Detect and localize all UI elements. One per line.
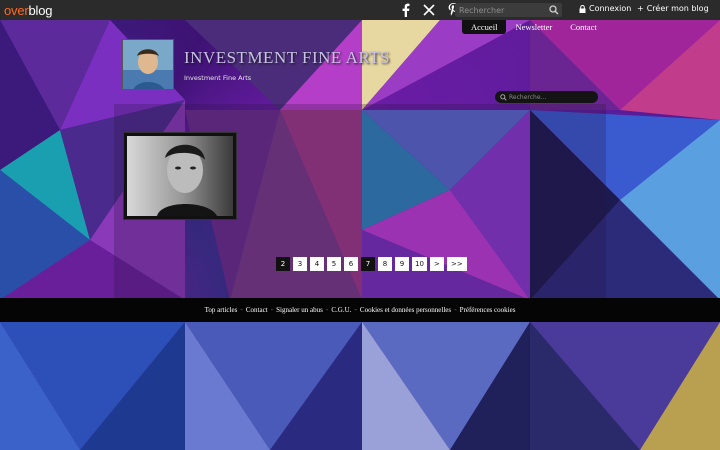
footer-link-cgu[interactable]: C.G.U. — [331, 306, 351, 314]
page-9[interactable]: 9 — [395, 257, 409, 271]
page-4[interactable]: 4 — [310, 257, 324, 271]
x-icon[interactable] — [422, 2, 436, 17]
next-page-button[interactable]: > — [429, 257, 444, 271]
page-10[interactable]: 10 — [412, 257, 427, 271]
overblog-logo[interactable]: overblog — [4, 3, 52, 18]
nav-item-contact[interactable]: Contact — [561, 20, 605, 34]
create-blog-label: Créer mon blog — [646, 4, 709, 13]
blog-search-icon — [500, 93, 507, 101]
page-6[interactable]: 6 — [344, 257, 358, 271]
footer-separator: - — [325, 306, 329, 314]
login-label: Connexion — [589, 4, 632, 13]
logo-over: over — [4, 2, 29, 18]
footer-link-top-articles[interactable]: Top articles — [205, 306, 238, 314]
page-3[interactable]: 3 — [293, 257, 307, 271]
topbar-search — [455, 3, 562, 17]
avatar-portrait — [123, 40, 173, 89]
nav-item-newsletter[interactable]: Newsletter — [506, 20, 561, 34]
post-portrait — [127, 136, 233, 216]
blog-title[interactable]: INVESTMENT FINE ARTS — [184, 48, 390, 68]
page-8[interactable]: 8 — [378, 257, 392, 271]
blog-avatar[interactable] — [122, 39, 174, 90]
footer-separator: - — [240, 306, 243, 314]
plus-icon: + — [637, 4, 644, 13]
create-blog-link[interactable]: + Créer mon blog — [637, 4, 709, 13]
pagination: 2 3 4 5 6 7 8 9 10 > >> — [276, 257, 467, 271]
blog-search-input[interactable] — [507, 93, 595, 101]
footer-link-cookie-preferences[interactable]: Préférences cookies — [460, 306, 516, 314]
footer-bar: Top articles - Contact - Signaler un abu… — [0, 298, 720, 322]
overblog-topbar: overblog Connexion + Créer mon blog — [0, 0, 720, 20]
topbar-search-input[interactable] — [455, 3, 547, 17]
blog-search — [495, 91, 598, 103]
blog-subtitle: Investment Fine Arts — [184, 74, 252, 82]
login-link[interactable]: Connexion — [579, 4, 631, 13]
logo-blog: blog — [28, 2, 53, 18]
lock-icon — [579, 4, 586, 13]
facebook-icon[interactable] — [398, 2, 412, 17]
footer-link-cookies[interactable]: Cookies et données personnelles — [360, 306, 451, 314]
page-5[interactable]: 5 — [327, 257, 341, 271]
search-icon[interactable] — [549, 5, 559, 15]
nav-item-home[interactable]: Accueil — [462, 20, 507, 34]
page-7[interactable]: 7 — [361, 257, 375, 271]
last-page-button[interactable]: >> — [446, 257, 467, 271]
footer-link-report-abuse[interactable]: Signaler un abus — [276, 306, 323, 314]
main-nav: Accueil Newsletter Contact — [462, 20, 606, 34]
social-links — [398, 2, 460, 17]
footer-separator: - — [454, 306, 457, 314]
footer-separator: - — [270, 306, 274, 314]
post-image[interactable] — [123, 132, 237, 220]
footer-separator: - — [354, 306, 357, 314]
page-2[interactable]: 2 — [276, 257, 290, 271]
footer-link-contact[interactable]: Contact — [246, 306, 268, 314]
